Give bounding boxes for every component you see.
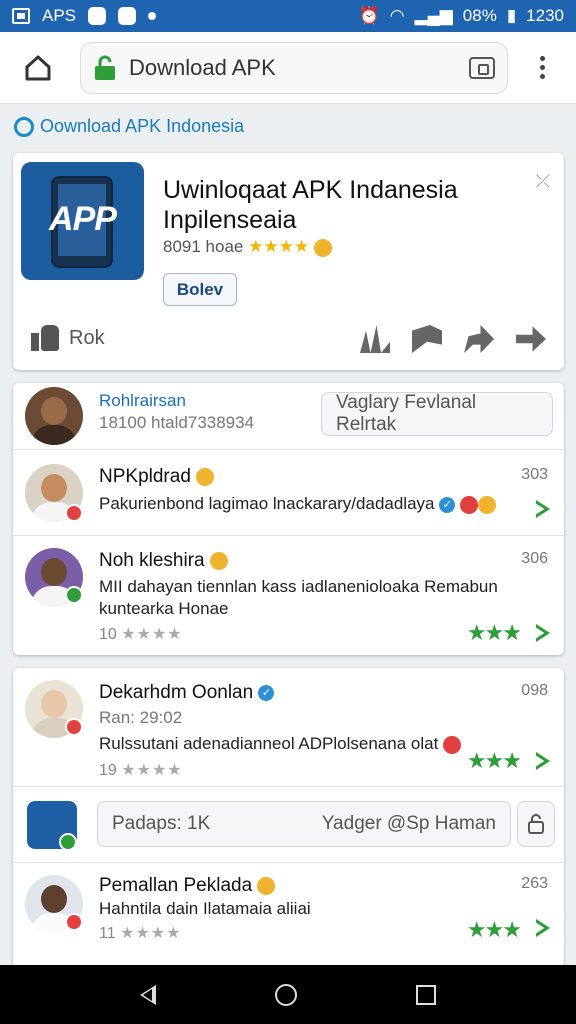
lock-button[interactable] [517,801,555,847]
chevron-right-icon[interactable] [536,500,550,518]
app-actions [360,325,546,353]
app-icon-label: APP [49,200,117,238]
lock-icon [528,814,544,834]
item-count: 263 [521,875,548,892]
home-nav-icon[interactable] [274,983,297,1006]
app-title: Uwinloqaat APK Indanesia Inpilenseaia [163,176,458,234]
app-card: APP Uwinloqaat APK Indanesia Inpilenseai… [13,153,564,370]
list-item[interactable]: Dekarhdm Oonlan ✓ Ran: 29:02 Rulssutani … [13,668,564,786]
badge-icon [65,586,83,604]
chevron-right-icon[interactable] [536,624,550,642]
input-left-text: Padaps: 1K [112,813,211,834]
rating-stars: ★★★ [466,917,522,942]
item-rating: 11 ★★★★ [99,925,182,942]
signal-icon: ▂▄▆ [414,6,453,25]
home-icon [25,55,51,80]
smile-icon [313,238,332,257]
badge-icon [65,718,83,736]
item-text: Pakurienbond lagimao lnackarary/dadadlay… [99,494,496,514]
app-meta: 8091 hoae ★★★★ [163,237,332,257]
reply-input[interactable]: Vaglary Fevlanal Relrtak [321,392,553,436]
site-icon [14,116,34,137]
badge-icon [59,833,77,851]
search-input[interactable]: Padaps: 1K Yadger @Sp Haman [97,801,511,847]
browser-toolbar: Download APK [0,32,576,104]
status-bar: APS ⏰ ◠ ▂▄▆ 08% ▮ 1230 [0,0,576,32]
battery-label: 08% [462,6,497,25]
breadcrumb-label: Oownload APK Indonesia [40,116,245,136]
message-icon [118,7,137,25]
rating-stars: ★★★ [466,748,522,773]
notification-icon [88,7,107,25]
overflow-menu-button[interactable] [530,48,554,88]
item-rating: 10 ★★★★ [99,626,183,643]
app-meta-stars: ★★★★ [248,237,310,256]
item-count: 303 [521,466,548,483]
alarm-icon: ⏰ [358,6,380,25]
wifi-icon: ◠ [389,6,405,25]
status-app-label: APS [42,6,77,25]
list-item[interactable]: Noh kleshira MII dahayan tiennlan kass i… [13,535,564,655]
item-text: MII dahayan tiennlan kass iadlanenioloak… [99,577,498,618]
dismiss-icon[interactable]: ⤫ [536,171,550,192]
url-text: Download APK [129,54,276,80]
home-button[interactable] [14,44,62,92]
recent-apps-icon[interactable] [416,984,437,1005]
item-name: Dekarhdm Oonlan ✓ [99,682,275,704]
like-button[interactable]: Rok [31,325,105,351]
rating-stars: ★★★ [466,620,522,645]
system-nav-bar [0,965,576,1024]
battery-icon: ▮ [506,6,517,25]
stats-icon[interactable] [360,325,390,353]
thumbs-up-icon [31,325,61,351]
bookmark-icon[interactable] [412,325,442,353]
item-rating: 19 ★★★★ [99,762,183,779]
avatar[interactable] [25,387,83,445]
item-count: 306 [521,550,548,567]
chevron-right-icon[interactable] [536,752,550,770]
app-action-button[interactable]: Bolev [163,273,237,306]
clock: 1230 [526,6,564,25]
item-text: Hahntila dain Ilatamaia aliiai [99,899,311,918]
forward-icon[interactable] [516,326,546,352]
list-item[interactable]: NPKpldrad Pakurienbond lagimao lnackarar… [13,449,564,535]
header-sub: 18100 htald7338934 [99,413,255,432]
tabs-button[interactable] [469,56,495,79]
item-name: Pemallan Peklada [99,875,276,897]
list-item[interactable]: Pemallan Peklada Hahntila dain Ilatamaia… [13,862,564,968]
item-sub: Ran: 29:02 [99,708,183,727]
share-icon[interactable] [464,325,494,353]
back-icon[interactable] [139,984,156,1005]
breadcrumb[interactable]: Oownload APK Indonesia [14,116,244,137]
app-meta-count: 8091 hoae [163,237,244,256]
screenshot-icon [12,8,30,24]
comment-list-1: Rohlrairsan 18100 htald7338934 Vaglary F… [13,383,564,655]
input-right-text: Yadger @Sp Haman [321,813,496,834]
app-icon[interactable]: APP [21,162,144,280]
like-label: Rok [69,326,105,349]
address-bar[interactable]: Download APK [80,41,508,94]
comment-list-2: Dekarhdm Oonlan ✓ Ran: 29:02 Rulssutani … [13,668,564,968]
item-text: Rulssutani adenadianneol ADPlolsenana ol… [99,734,462,754]
item-name: Noh kleshira [99,550,228,572]
header-name: Rohlrairsan [99,391,186,410]
item-count: 098 [521,682,548,699]
badge-icon [65,913,83,931]
item-name: NPKpldrad [99,466,215,488]
lock-icon [95,55,115,80]
list-header-row: Rohlrairsan 18100 htald7338934 Vaglary F… [13,383,564,449]
dot-icon [148,12,157,20]
input-row: Padaps: 1K Yadger @Sp Haman [13,786,564,862]
badge-icon [65,504,83,522]
chevron-right-icon[interactable] [536,919,550,937]
